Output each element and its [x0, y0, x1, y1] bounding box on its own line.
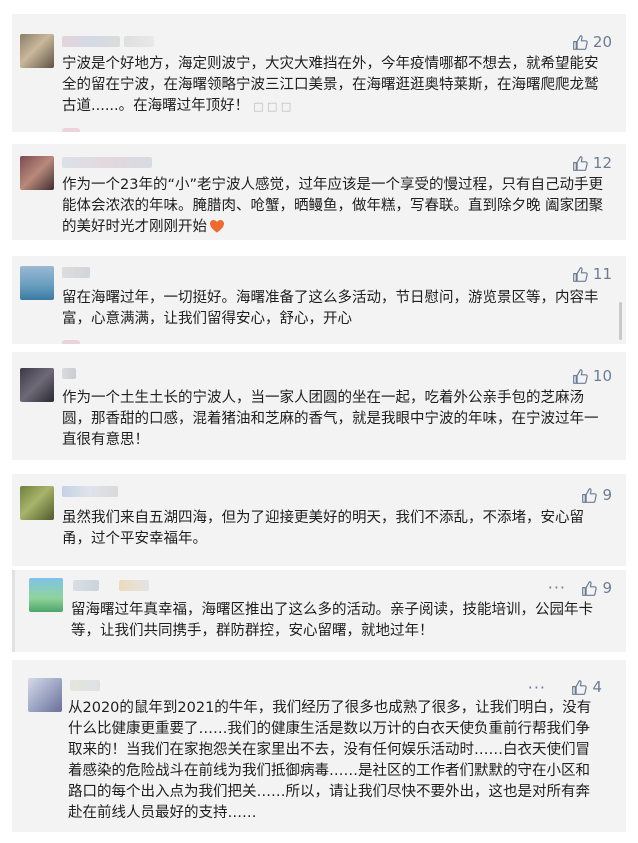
- heart-icon: [210, 220, 224, 233]
- scrollbar[interactable]: [619, 302, 622, 340]
- like-count: 10: [592, 367, 612, 385]
- comment-text: 从2020的鼠年到2021的牛年，我们经历了很多也成熟了很多，让我们明白，没有什…: [68, 700, 592, 821]
- avatar[interactable]: [28, 678, 62, 712]
- next-row-peek: [62, 128, 80, 132]
- username-extra: [119, 580, 149, 591]
- like-button[interactable]: 20: [572, 33, 612, 51]
- username-extra: [124, 36, 154, 47]
- comment-text: 留海曙过年真幸福，海曙区推出了这么多的活动。亲子阅读，技能培训，公园年卡等，让我…: [71, 602, 593, 639]
- username[interactable]: [70, 680, 100, 691]
- comment-text: 留在海曙过年，一切挺好。海曙准备了这么多活动，节日慰问，游览景区等，内容丰富，心…: [62, 290, 599, 327]
- comment-card: ··· 4 从2020的鼠年到2021的牛年，我们经历了很多也成熟了很多，让我们…: [12, 660, 626, 832]
- username[interactable]: [62, 267, 90, 278]
- comment-card: 10 作为一个土生土长的宁波人，当一家人团圆的坐在一起，吃着外公亲手包的芝麻汤圆…: [12, 352, 626, 460]
- like-count: 20: [592, 33, 612, 51]
- like-button[interactable]: 9: [581, 579, 612, 597]
- next-row-peek: [62, 340, 80, 344]
- more-button[interactable]: ···: [528, 680, 546, 696]
- comment-text: 作为一个土生土长的宁波人，当一家人团圆的坐在一起，吃着外公亲手包的芝麻汤圆，那香…: [62, 390, 599, 448]
- comment-card: 9 虽然我们来自五湖四海，但为了迎接更美好的明天，我们不添乱，不添堵，安心留甬，…: [12, 474, 626, 566]
- like-button[interactable]: 4: [571, 678, 602, 696]
- like-count: 12: [592, 154, 612, 172]
- like-button[interactable]: 12: [572, 154, 612, 172]
- comment-text: 虽然我们来自五湖四海，但为了迎接更美好的明天，我们不添乱，不添堵，安心留甬，过个…: [62, 510, 584, 547]
- comment-card: 20 宁波是个好地方，海定则波宁，大灾大难挡在外，今年疫情哪都不想去，就希望能安…: [12, 14, 626, 132]
- avatar[interactable]: [20, 266, 54, 300]
- avatar[interactable]: [29, 578, 63, 612]
- username[interactable]: [62, 368, 76, 379]
- comment-card: 11 留在海曙过年，一切挺好。海曙准备了这么多活动，节日慰问，游览景区等，内容丰…: [12, 256, 626, 344]
- emoji-placeholders: □ □ □: [253, 100, 292, 113]
- more-button[interactable]: ···: [548, 580, 566, 596]
- like-count: 11: [592, 265, 612, 283]
- username[interactable]: [62, 157, 152, 168]
- like-count: 9: [602, 486, 612, 504]
- comment-text: 作为一个23年的“小”老宁波人感觉，过年应该是一个享受的慢过程，只有自己动手更能…: [62, 177, 604, 235]
- thumbs-up-icon: [573, 368, 588, 384]
- like-button[interactable]: 9: [581, 486, 612, 504]
- comment-text: 宁波是个好地方，海定则波宁，大灾大难挡在外，今年疫情哪都不想去，就希望能安全的留…: [62, 56, 599, 114]
- avatar[interactable]: [20, 368, 54, 402]
- avatar[interactable]: [20, 486, 54, 520]
- username[interactable]: [62, 36, 120, 47]
- thumbs-up-icon: [572, 679, 588, 695]
- thumbs-up-icon: [573, 266, 588, 282]
- thumbs-up-icon: [582, 487, 598, 503]
- thumbs-up-icon: [582, 580, 598, 596]
- avatar[interactable]: [20, 156, 54, 190]
- like-count: 4: [592, 678, 602, 696]
- comment-card: ··· 9 留海曙过年真幸福，海曙区推出了这么多的活动。亲子阅读，技能培训，公园…: [12, 570, 626, 652]
- like-count: 9: [602, 579, 612, 597]
- comment-card: 12 作为一个23年的“小”老宁波人感觉，过年应该是一个享受的慢过程，只有自己动…: [12, 144, 626, 240]
- like-button[interactable]: 10: [572, 367, 612, 385]
- thumbs-up-icon: [573, 34, 588, 50]
- like-button[interactable]: 11: [572, 265, 612, 283]
- avatar[interactable]: [20, 34, 54, 68]
- username[interactable]: [62, 486, 118, 497]
- thumbs-up-icon: [573, 155, 588, 171]
- username[interactable]: [73, 580, 99, 591]
